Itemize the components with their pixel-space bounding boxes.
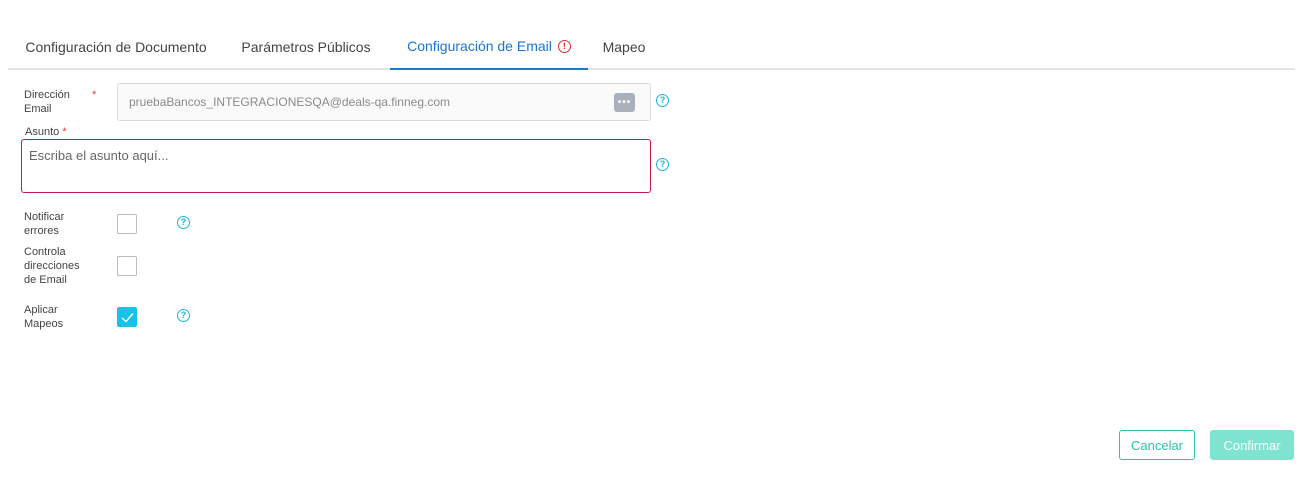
control-email-label: Controla direcciones de Email [24, 246, 80, 286]
tab-label: Configuración de Documento [25, 39, 207, 55]
more-options-icon[interactable]: ••• [614, 93, 635, 112]
tab-public-params[interactable]: Parámetros Públicos [232, 24, 380, 70]
tab-email-config[interactable]: Configuración de Email ! [390, 24, 588, 70]
email-address-label: Dirección Email [24, 89, 70, 115]
checkmark-icon [121, 313, 134, 323]
tab-document-config[interactable]: Configuración de Documento [8, 24, 224, 70]
notify-errors-label: Notificar errores [24, 211, 65, 237]
control-email-checkbox[interactable] [117, 256, 137, 276]
cancel-button[interactable]: Cancelar [1119, 430, 1195, 460]
tab-mapping[interactable]: Mapeo [596, 24, 652, 70]
required-mark: * [62, 126, 67, 138]
tab-label: Parámetros Públicos [241, 39, 371, 55]
tab-label: Mapeo [602, 39, 646, 55]
apply-mapping-checkbox[interactable] [117, 307, 137, 327]
subject-input[interactable] [21, 139, 651, 193]
help-icon[interactable]: ? [177, 309, 190, 322]
email-address-value: pruebaBancos_INTEGRACIONESQA@deals-qa.fi… [129, 95, 450, 109]
help-icon[interactable]: ? [656, 158, 669, 171]
apply-mapping-label: Aplicar Mapeos [24, 304, 64, 330]
tab-bar: Configuración de Documento Parámetros Pú… [8, 24, 1295, 70]
required-mark: * [92, 89, 97, 101]
warning-icon: ! [557, 39, 571, 53]
tab-label: Configuración de Email [407, 38, 552, 54]
confirm-button[interactable]: Confirmar [1210, 430, 1294, 460]
subject-label: Asunto * [25, 126, 67, 138]
help-icon[interactable]: ? [656, 94, 669, 107]
notify-errors-checkbox[interactable] [117, 214, 137, 234]
help-icon[interactable]: ? [177, 216, 190, 229]
email-address-field[interactable]: pruebaBancos_INTEGRACIONESQA@deals-qa.fi… [117, 83, 651, 121]
